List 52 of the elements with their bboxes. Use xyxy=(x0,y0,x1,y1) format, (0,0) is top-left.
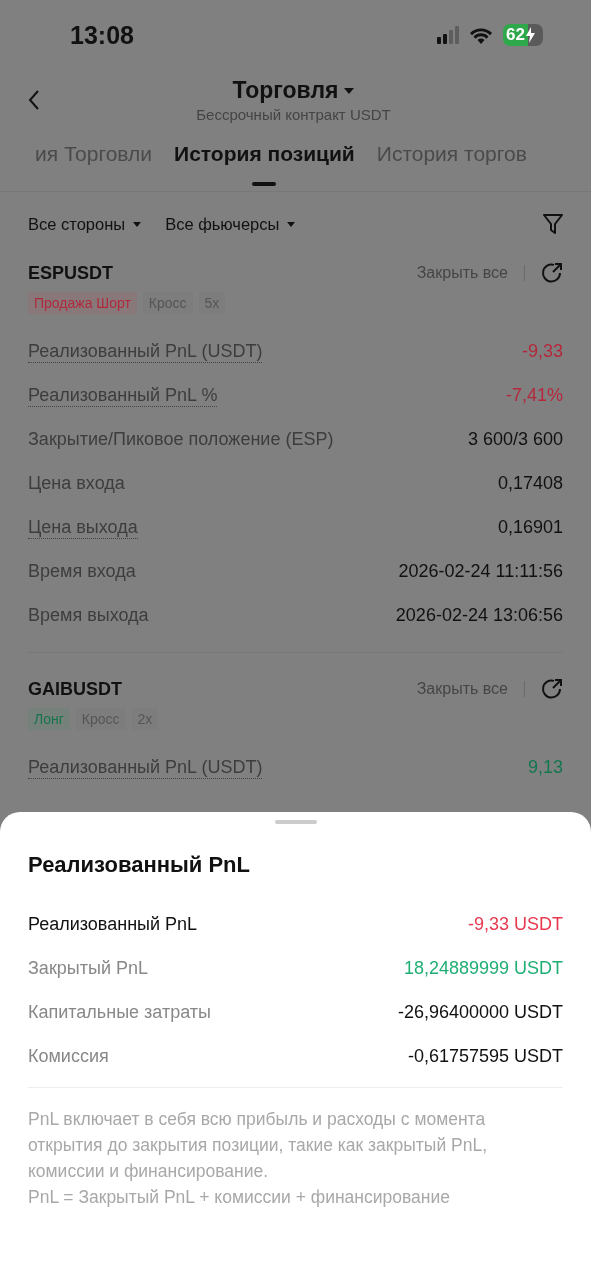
field-label: Капитальные затраты xyxy=(28,1001,212,1023)
subtitle: Бессрочный контракт USDT xyxy=(196,106,391,123)
share-icon xyxy=(541,262,563,284)
battery-indicator: 62 xyxy=(503,24,543,46)
sheet-title: Реализованный PnL xyxy=(28,852,251,879)
field-value: 9,13 xyxy=(527,756,563,778)
field-label: Время выхода xyxy=(28,604,149,626)
close-all-link[interactable]: Закрыть все xyxy=(416,680,508,698)
tab[interactable]: История позиций xyxy=(174,142,355,186)
hint-label[interactable]: Цена выхода xyxy=(28,515,138,539)
caret-icon xyxy=(344,87,355,94)
back-icon xyxy=(28,90,40,110)
field-label: Закрытый PnL xyxy=(28,957,148,979)
field-value: -26,96400000 USDT xyxy=(397,1001,563,1023)
tag: Лонг xyxy=(28,708,70,730)
field-label: Закрытие/Пиковое положение (ESP) xyxy=(28,428,334,450)
filter-dropdown[interactable]: Все фьючерсы xyxy=(165,214,296,234)
drag-handle[interactable] xyxy=(274,820,317,824)
wifi-icon xyxy=(469,26,493,44)
field-value: 18,24889999 USDT xyxy=(403,957,563,979)
title-dropdown[interactable]: Торговля xyxy=(232,77,355,104)
charging-icon xyxy=(524,27,535,43)
hint-label[interactable]: Реализованный PnL (USDT) xyxy=(28,755,263,779)
back-button[interactable] xyxy=(28,90,40,110)
note-text: PnL включает в себя всю прибыль и расходы с момента открытия до закрытия позиции, такие как закрытый PnL, комиссии и финансирование. xyxy=(28,1108,489,1183)
field-value: -7,41% xyxy=(505,384,563,406)
field-value: 2026-02-24 11:11:56 xyxy=(398,560,563,582)
caret-icon xyxy=(287,221,296,227)
field-label: Цена входа xyxy=(28,472,125,494)
clock: 13:08 xyxy=(70,20,135,50)
field-value: 3 600/3 600 xyxy=(467,428,563,450)
signal-icon xyxy=(437,26,459,44)
close-all-link[interactable]: Закрыть все xyxy=(416,264,508,282)
caret-icon xyxy=(133,221,142,227)
hint-label[interactable]: Реализованный PnL (USDT) xyxy=(28,339,263,363)
field-label: Время входа xyxy=(28,560,136,582)
symbol-name: GAIBUSDT xyxy=(28,678,123,700)
field-value: -9,33 xyxy=(521,340,563,362)
note-text: PnL = Закрытый PnL + комиссии + финансирование xyxy=(28,1186,451,1209)
field-value: -0,61757595 USDT xyxy=(407,1045,563,1067)
filter-dropdown[interactable]: Все стороны xyxy=(28,214,142,234)
field-value: 2026-02-24 13:06:56 xyxy=(395,604,563,626)
field-value: 0,17408 xyxy=(497,472,563,494)
tag: Продажа Шорт xyxy=(28,292,137,314)
filter-icon xyxy=(543,213,563,235)
symbol-name: ESPUSDT xyxy=(28,262,115,284)
field-label: Комиссия xyxy=(28,1045,109,1067)
field-value: -9,33 USDT xyxy=(467,913,563,935)
share-icon xyxy=(541,678,563,700)
field-label: Реализованный PnL xyxy=(28,913,198,935)
hint-label[interactable]: Реализованный PnL % xyxy=(28,383,218,407)
field-value: 0,16901 xyxy=(497,516,563,538)
